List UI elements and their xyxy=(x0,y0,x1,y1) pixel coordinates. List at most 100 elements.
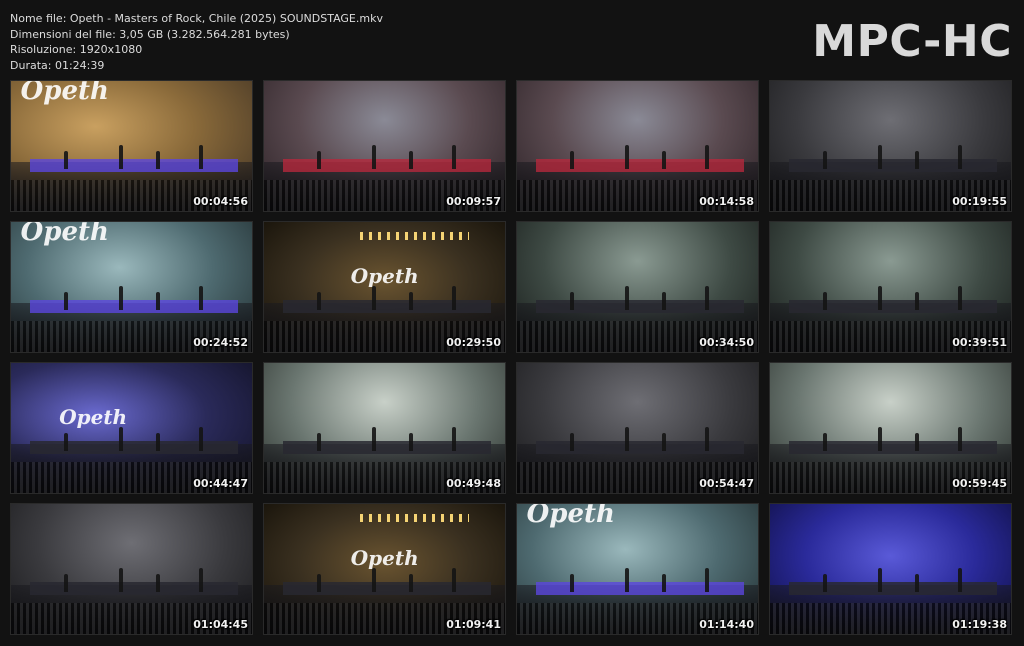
performer-figure xyxy=(823,151,828,170)
performer-figure xyxy=(625,427,630,452)
band-logo: Opeth xyxy=(526,503,615,529)
thumbnail-grid: Opeth 00:04:56 00:09:57 00:14:58 00:19:55 Ope… xyxy=(0,0,1024,646)
performer-figure xyxy=(408,292,413,311)
thumbnail: 00:49:48 xyxy=(263,362,506,494)
performer-figure xyxy=(317,292,322,311)
performer-figure xyxy=(198,568,203,593)
performer-figure xyxy=(878,568,883,593)
thumbnail: 01:04:45 xyxy=(10,503,253,635)
stage-floor xyxy=(536,300,744,313)
performer-figure xyxy=(119,286,124,311)
performer-figure xyxy=(570,574,575,593)
timestamp-label: 01:19:38 xyxy=(952,618,1007,631)
performer-figure xyxy=(451,568,456,593)
performer-figure xyxy=(957,568,962,593)
timestamp-label: 00:24:52 xyxy=(193,336,248,349)
band-logo: Opeth xyxy=(20,80,109,106)
stage-floor xyxy=(30,300,238,313)
performer-figure xyxy=(704,568,709,593)
timestamp-label: 00:04:56 xyxy=(193,195,248,208)
performer-figure xyxy=(155,292,160,311)
performer-figure xyxy=(704,427,709,452)
timestamp-label: 00:54:47 xyxy=(699,477,754,490)
performer-figure xyxy=(625,145,630,170)
performer-figure xyxy=(372,286,377,311)
performer-figure xyxy=(64,574,69,593)
performer-figure xyxy=(155,151,160,170)
stage-floor xyxy=(536,159,744,172)
stage-floor xyxy=(789,441,997,454)
stage-floor xyxy=(283,582,491,595)
performer-figure xyxy=(570,151,575,170)
timestamp-label: 00:49:48 xyxy=(446,477,501,490)
performer-figure xyxy=(823,574,828,593)
thumbnail: 01:19:38 xyxy=(769,503,1012,635)
performer-figure xyxy=(198,145,203,170)
thumbnail: 00:19:55 xyxy=(769,80,1012,212)
performer-figure xyxy=(914,433,919,452)
stage-floor xyxy=(30,441,238,454)
performer-figure xyxy=(878,427,883,452)
performer-figure xyxy=(155,574,160,593)
performer-figure xyxy=(198,427,203,452)
performer-figure xyxy=(317,574,322,593)
thumbnail: 00:14:58 xyxy=(516,80,759,212)
stage-floor xyxy=(283,441,491,454)
performer-figure xyxy=(570,292,575,311)
timestamp-label: 00:59:45 xyxy=(952,477,1007,490)
band-logo: Opeth xyxy=(350,545,419,570)
stage-floor xyxy=(536,582,744,595)
performer-figure xyxy=(957,145,962,170)
performer-figure xyxy=(878,145,883,170)
performer-figure xyxy=(372,427,377,452)
performer-figure xyxy=(64,292,69,311)
performer-figure xyxy=(914,574,919,593)
timestamp-label: 01:04:45 xyxy=(193,618,248,631)
performer-figure xyxy=(119,427,124,452)
performer-figure xyxy=(661,292,666,311)
performer-figure xyxy=(451,145,456,170)
performer-figure xyxy=(372,568,377,593)
thumbnail: 00:09:57 xyxy=(263,80,506,212)
performer-figure xyxy=(661,574,666,593)
performer-figure xyxy=(119,568,124,593)
timestamp-label: 00:34:50 xyxy=(699,336,754,349)
performer-figure xyxy=(957,427,962,452)
performer-figure xyxy=(64,433,69,452)
performer-figure xyxy=(570,433,575,452)
performer-figure xyxy=(64,151,69,170)
performer-figure xyxy=(155,433,160,452)
performer-figure xyxy=(625,568,630,593)
performer-figure xyxy=(408,574,413,593)
stage-floor xyxy=(536,441,744,454)
thumbnail: Opeth 00:04:56 xyxy=(10,80,253,212)
timestamp-label: 00:19:55 xyxy=(952,195,1007,208)
timestamp-label: 00:29:50 xyxy=(446,336,501,349)
stage-floor xyxy=(30,159,238,172)
band-logo: Opeth xyxy=(350,263,419,288)
performer-figure xyxy=(408,151,413,170)
thumbnail: 00:59:45 xyxy=(769,362,1012,494)
timestamp-label: 00:44:47 xyxy=(193,477,248,490)
timestamp-label: 00:14:58 xyxy=(699,195,754,208)
performer-figure xyxy=(957,286,962,311)
performer-figure xyxy=(198,286,203,311)
performer-figure xyxy=(451,286,456,311)
timestamp-label: 00:39:51 xyxy=(952,336,1007,349)
performer-figure xyxy=(878,286,883,311)
performer-figure xyxy=(704,286,709,311)
performer-figure xyxy=(704,145,709,170)
stage-lights xyxy=(360,232,469,241)
thumbnail: Opeth 00:29:50 xyxy=(263,221,506,353)
stage-floor xyxy=(283,159,491,172)
timestamp-label: 00:09:57 xyxy=(446,195,501,208)
performer-figure xyxy=(661,151,666,170)
thumbnail: 00:39:51 xyxy=(769,221,1012,353)
timestamp-label: 01:09:41 xyxy=(446,618,501,631)
thumbnail: Opeth 01:14:40 xyxy=(516,503,759,635)
performer-figure xyxy=(625,286,630,311)
performer-figure xyxy=(408,433,413,452)
stage-floor xyxy=(789,300,997,313)
thumbnail: 00:34:50 xyxy=(516,221,759,353)
band-logo: Opeth xyxy=(59,404,128,429)
